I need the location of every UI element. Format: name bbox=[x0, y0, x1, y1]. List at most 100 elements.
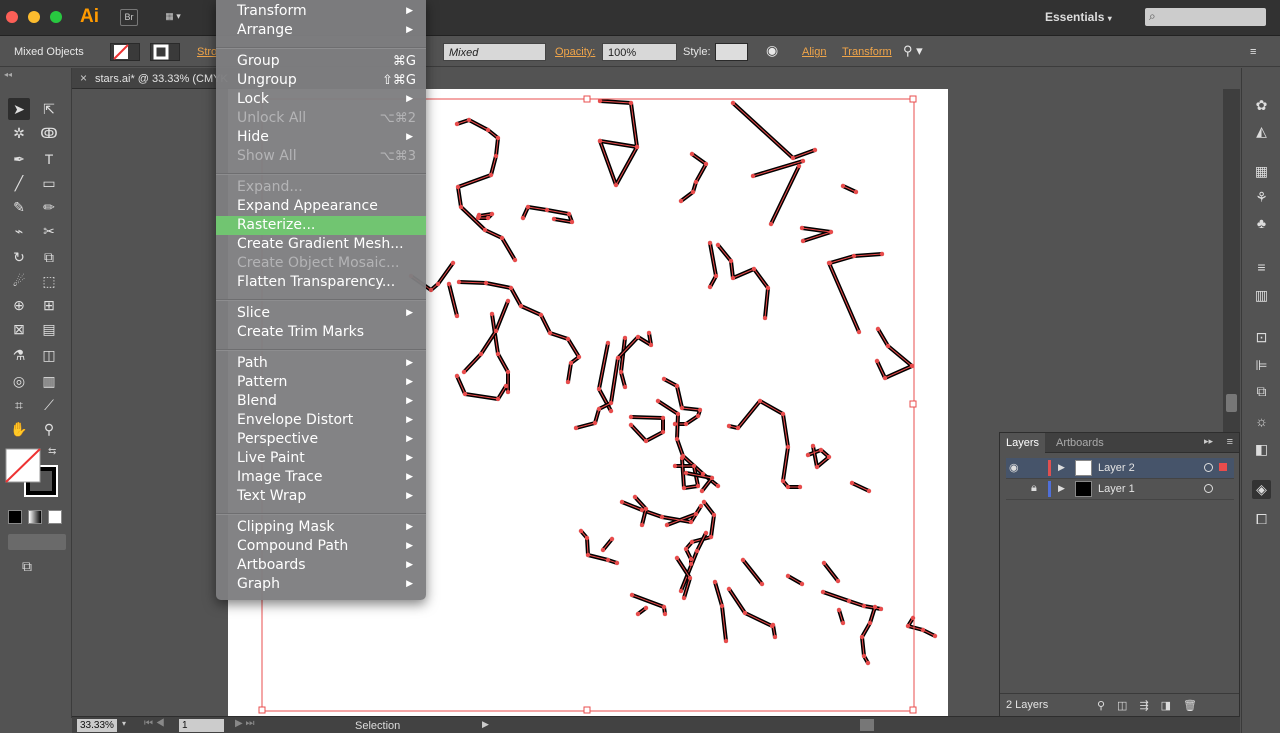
help-search-input[interactable]: ⌕ bbox=[1145, 8, 1266, 26]
anchor-point[interactable] bbox=[622, 335, 628, 341]
anchor-point[interactable] bbox=[585, 552, 591, 558]
anchor-point[interactable] bbox=[454, 121, 460, 127]
anchor-point[interactable] bbox=[618, 369, 624, 375]
anchor-point[interactable] bbox=[495, 351, 501, 357]
star-path[interactable] bbox=[630, 593, 667, 616]
footer-action-icons[interactable]: ⚲◫⇶◨🗑︎ bbox=[1097, 699, 1209, 712]
star-path[interactable] bbox=[716, 243, 770, 320]
anchor-point[interactable] bbox=[785, 444, 791, 450]
anchor-point[interactable] bbox=[799, 581, 805, 587]
expand-layer-icon[interactable]: ▶ bbox=[1058, 462, 1065, 473]
anchor-point[interactable] bbox=[446, 281, 452, 287]
anchor-point[interactable] bbox=[493, 328, 499, 334]
free-transform-tool-icon[interactable]: ⬚ bbox=[38, 270, 60, 292]
anchor-point[interactable] bbox=[659, 514, 665, 520]
menu-item-transform[interactable]: Transform ▶ bbox=[216, 2, 426, 21]
anchor-point[interactable] bbox=[678, 198, 684, 204]
anchor-point[interactable] bbox=[780, 411, 786, 417]
anchor-point[interactable] bbox=[697, 407, 703, 413]
anchor-point[interactable] bbox=[664, 522, 670, 528]
menu-item-group[interactable]: Group ⌘G bbox=[216, 52, 426, 71]
anchor-point[interactable] bbox=[820, 589, 826, 595]
swatches-icon[interactable]: ▦ bbox=[1252, 162, 1271, 181]
anchor-point[interactable] bbox=[661, 376, 667, 382]
anchor-point[interactable] bbox=[466, 117, 472, 123]
anchor-point[interactable] bbox=[655, 398, 661, 404]
menu-item-clipping-mask[interactable]: Clipping Mask ▶ bbox=[216, 518, 426, 537]
pathfinder-icon[interactable]: ⧉ bbox=[1252, 382, 1271, 401]
layer-row[interactable]: ◉ ▶ Layer 2 bbox=[1006, 458, 1234, 479]
collapse-tools-icon[interactable]: ◂◂ bbox=[4, 70, 12, 79]
anchor-point[interactable] bbox=[547, 330, 553, 336]
anchor-point[interactable] bbox=[711, 512, 717, 518]
anchor-point[interactable] bbox=[503, 383, 509, 389]
anchor-point[interactable] bbox=[683, 470, 689, 476]
perspective-grid-tool-icon[interactable]: ⊞ bbox=[38, 294, 60, 316]
anchor-point[interactable] bbox=[608, 400, 614, 406]
star-path[interactable] bbox=[455, 118, 517, 262]
anchor-point[interactable] bbox=[679, 405, 685, 411]
anchor-point[interactable] bbox=[797, 484, 803, 490]
anchor-point[interactable] bbox=[674, 436, 680, 442]
anchor-point[interactable] bbox=[454, 373, 460, 379]
bridge-button[interactable]: Br bbox=[120, 9, 138, 26]
anchor-point[interactable] bbox=[476, 213, 482, 219]
menu-item-rasterize[interactable]: Rasterize... bbox=[216, 216, 426, 235]
anchor-point[interactable] bbox=[639, 507, 645, 513]
opacity-link[interactable]: Opacity: bbox=[555, 46, 595, 58]
anchor-point[interactable] bbox=[573, 425, 579, 431]
anchor-point[interactable] bbox=[613, 182, 619, 188]
anchor-point[interactable] bbox=[867, 620, 873, 626]
anchor-point[interactable] bbox=[525, 204, 531, 210]
anchor-point[interactable] bbox=[428, 287, 434, 293]
anchor-point[interactable] bbox=[689, 539, 695, 545]
anchor-point[interactable] bbox=[814, 464, 820, 470]
zoom-dropdown-icon[interactable]: ▾ bbox=[122, 719, 126, 728]
anchor-point[interactable] bbox=[920, 627, 926, 633]
anchor-point[interactable] bbox=[565, 336, 571, 342]
anchor-point[interactable] bbox=[435, 281, 441, 287]
anchor-point[interactable] bbox=[584, 535, 590, 541]
anchor-point[interactable] bbox=[715, 242, 721, 248]
anchor-point[interactable] bbox=[508, 285, 514, 291]
line-tool-icon[interactable]: ╱ bbox=[8, 172, 30, 194]
anchor-point[interactable] bbox=[578, 528, 584, 534]
selection-tool-icon[interactable]: ➤ bbox=[8, 98, 30, 120]
anchor-point[interactable] bbox=[709, 475, 715, 481]
anchor-point[interactable] bbox=[818, 447, 824, 453]
artboards-panel-icon[interactable]: ⧠ bbox=[1252, 510, 1271, 529]
star-path[interactable] bbox=[662, 377, 702, 426]
anchor-point[interactable] bbox=[672, 421, 678, 427]
current-tool-status[interactable]: Selection bbox=[355, 720, 400, 732]
artboard-number-field[interactable]: 1 bbox=[179, 719, 224, 732]
minimize-window-button[interactable] bbox=[28, 11, 40, 23]
anchor-point[interactable] bbox=[866, 488, 872, 494]
anchor-point[interactable] bbox=[683, 546, 689, 552]
anchor-point[interactable] bbox=[821, 560, 827, 566]
anchor-point[interactable] bbox=[713, 273, 719, 279]
anchor-point[interactable] bbox=[614, 560, 620, 566]
anchor-point[interactable] bbox=[489, 311, 495, 317]
anchor-point[interactable] bbox=[770, 622, 776, 628]
layers-tab[interactable]: Layers bbox=[1000, 433, 1046, 453]
anchor-point[interactable] bbox=[622, 384, 628, 390]
anchor-point[interactable] bbox=[740, 557, 746, 563]
anchor-point[interactable] bbox=[768, 221, 774, 227]
anchor-point[interactable] bbox=[799, 225, 805, 231]
selection-indicator[interactable] bbox=[1219, 463, 1227, 471]
menu-item-expand[interactable]: Expand... bbox=[216, 178, 426, 197]
warp-tool-icon[interactable]: ☄ bbox=[8, 270, 30, 292]
anchor-point[interactable] bbox=[846, 598, 852, 604]
menu-item-arrange[interactable]: Arrange ▶ bbox=[216, 21, 426, 40]
anchor-point[interactable] bbox=[742, 610, 748, 616]
anchor-point[interactable] bbox=[701, 499, 707, 505]
anchor-point[interactable] bbox=[629, 592, 635, 598]
layer-row[interactable]: 🔒︎ ▶ Layer 1 bbox=[1006, 479, 1234, 500]
menu-item-live-paint[interactable]: Live Paint ▶ bbox=[216, 449, 426, 468]
anchor-point[interactable] bbox=[628, 100, 634, 106]
anchor-point[interactable] bbox=[707, 240, 713, 246]
menu-item-create-gradient-mesh[interactable]: Create Gradient Mesh... bbox=[216, 235, 426, 254]
anchor-point[interactable] bbox=[596, 386, 602, 392]
anchor-point[interactable] bbox=[648, 342, 654, 348]
star-path[interactable] bbox=[457, 280, 581, 384]
